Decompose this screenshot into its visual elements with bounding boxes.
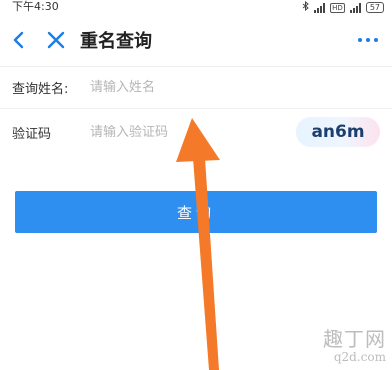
status-icons: HD 57 <box>302 0 384 14</box>
watermark-url: q2d.com <box>333 350 386 364</box>
back-button[interactable] <box>12 30 26 54</box>
arrow-shaft <box>193 158 219 370</box>
watermark: 趣丁网 q2d.com <box>323 328 386 364</box>
nav-bar: 重名查询 <box>0 14 392 67</box>
close-icon <box>47 31 65 49</box>
bluetooth-icon <box>302 0 309 14</box>
status-bar: 下午4:30 HD 57 <box>0 0 392 14</box>
name-input[interactable] <box>90 76 270 98</box>
chevron-left-icon <box>13 31 24 49</box>
page-title: 重名查询 <box>80 31 152 52</box>
query-button[interactable]: 查询 <box>15 191 377 233</box>
more-dots-icon <box>358 38 362 42</box>
captcha-label: 验证码 <box>12 127 52 142</box>
signal-icon <box>314 2 326 13</box>
signal-icon <box>349 2 361 13</box>
name-row: 查询姓名: <box>0 66 392 109</box>
captcha-input[interactable] <box>90 121 270 143</box>
captcha-image[interactable]: an6m <box>296 117 380 147</box>
name-label: 查询姓名: <box>12 82 69 97</box>
battery-icon: 57 <box>365 2 384 13</box>
watermark-title: 趣丁网 <box>323 327 386 351</box>
close-button[interactable] <box>46 30 66 54</box>
more-menu-button[interactable] <box>358 38 378 42</box>
captcha-row: 验证码 an6m <box>0 111 392 153</box>
hd-icon: HD <box>330 2 345 13</box>
status-time: 下午4:30 <box>12 0 59 13</box>
